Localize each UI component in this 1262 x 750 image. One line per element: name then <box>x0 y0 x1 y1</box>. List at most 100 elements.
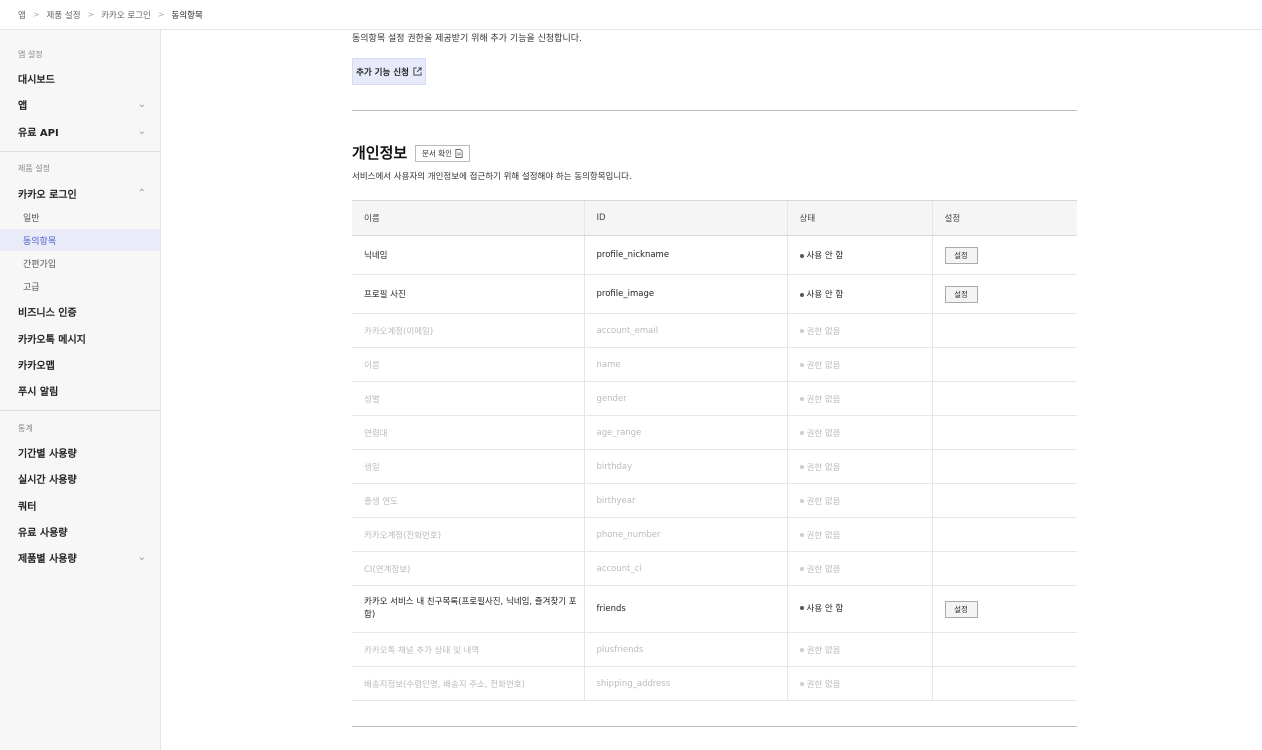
sidebar-subitem-general[interactable]: 일반 <box>0 206 160 228</box>
table-row: 프로필 사진 profile_image 사용 안 함 설정 <box>352 274 1077 314</box>
intro-text: 동의항목 설정 권한을 제공받기 위해 추가 기능을 신청합니다. <box>352 34 582 44</box>
consent-setting-cell <box>931 666 1077 701</box>
sidebar-item-paid-usage[interactable]: 유료 사용량 <box>0 520 160 542</box>
sidebar-item-period-usage[interactable]: 기간별 사용량 <box>0 441 160 463</box>
consent-id: profile_image <box>583 274 787 314</box>
table-row: CI(연계정보) account_ci 권한 없음 <box>352 551 1077 586</box>
consent-name: 프로필 사진 <box>352 274 584 314</box>
sidebar-section-app-settings: 앱 설정 <box>18 50 43 59</box>
table-row: 닉네임 profile_nickname 사용 안 함 설정 <box>352 235 1077 275</box>
status-dot-icon <box>799 499 804 503</box>
consent-id: birthyear <box>583 483 787 518</box>
consent-status: 권한 없음 <box>786 666 932 701</box>
sidebar-item-label: 제품별 사용량 <box>18 553 77 565</box>
breadcrumb-kakao-login[interactable]: 카카오 로그인 <box>101 9 151 21</box>
table-row: 카카오톡 채널 추가 상태 및 내역 plusfriends 권한 없음 <box>352 632 1077 667</box>
consent-status: 권한 없음 <box>786 381 932 416</box>
consent-name: 연령대 <box>352 415 584 450</box>
sidebar-item-label: 동의항목 <box>23 236 57 247</box>
consent-status-label: 사용 안 함 <box>806 251 844 261</box>
sidebar-item-kakaotalk-message[interactable]: 카카오톡 메시지 <box>0 327 160 349</box>
consent-setting-cell <box>931 347 1077 382</box>
consent-status-label: 권한 없음 <box>806 394 841 405</box>
consent-status: 권한 없음 <box>786 632 932 667</box>
status-dot-icon <box>799 533 804 537</box>
consent-status-label: 권한 없음 <box>806 530 841 541</box>
status-dot-icon <box>799 329 804 333</box>
consent-setting-cell <box>931 313 1077 348</box>
sidebar-item-label: 고급 <box>23 282 40 293</box>
sidebar-item-product-usage[interactable]: 제품별 사용량 ⌄ <box>0 546 160 568</box>
sidebar-item-kakao-map[interactable]: 카카오맵 <box>0 353 160 375</box>
consent-status: 권한 없음 <box>786 313 932 348</box>
consent-status-label: 권한 없음 <box>806 645 841 656</box>
apply-feature-label: 추가 기능 신청 <box>356 67 409 78</box>
consent-status: 권한 없음 <box>786 449 932 484</box>
consent-name: 카카오톡 채널 추가 상태 및 내역 <box>352 632 584 667</box>
breadcrumb-product-settings[interactable]: 제품 설정 <box>47 9 81 21</box>
apply-feature-button[interactable]: 추가 기능 신청 <box>352 58 426 85</box>
sidebar-item-app[interactable]: 앱 ⌄ <box>0 93 160 115</box>
column-header-status: 상태 <box>786 200 932 236</box>
consent-name: 카카오계정(전화번호) <box>352 517 584 552</box>
consent-name: 닉네임 <box>352 235 584 275</box>
setting-button[interactable]: 설정 <box>944 600 978 618</box>
consent-id: phone_number <box>583 517 787 552</box>
sidebar-subitem-consent[interactable]: 동의항목 <box>0 229 160 251</box>
section-description: 서비스에서 사용자의 개인정보에 접근하기 위해 설정해야 하는 동의항목입니다… <box>352 172 632 182</box>
sidebar-item-paid-api[interactable]: 유료 API ⌄ <box>0 120 160 142</box>
consent-id: gender <box>583 381 787 416</box>
consent-id: shipping_address <box>583 666 787 701</box>
sidebar-item-kakao-login[interactable]: 카카오 로그인 ⌃ <box>0 182 160 204</box>
sidebar-item-dashboard[interactable]: 대시보드 <box>0 67 160 89</box>
sidebar-item-label: 기간별 사용량 <box>18 448 77 460</box>
sidebar-subitem-advanced[interactable]: 고급 <box>0 275 160 297</box>
chevron-down-icon: ⌄ <box>137 125 146 137</box>
consent-id: account_email <box>583 313 787 348</box>
consent-id: name <box>583 347 787 382</box>
consent-id: account_ci <box>583 551 787 586</box>
consent-id: age_range <box>583 415 787 450</box>
status-dot-icon <box>799 397 804 401</box>
chevron-right-icon: > <box>157 10 165 19</box>
consent-setting-cell <box>931 381 1077 416</box>
consent-status-label: 권한 없음 <box>806 360 841 371</box>
section-title: 개인정보 <box>352 144 408 162</box>
sidebar-section-stats: 통계 <box>18 424 33 433</box>
consent-status-label: 권한 없음 <box>806 462 841 473</box>
sidebar-item-label: 실시간 사용량 <box>18 474 77 486</box>
table-row: 카카오계정(전화번호) phone_number 권한 없음 <box>352 517 1077 552</box>
view-doc-label: 문서 확인 <box>422 149 452 158</box>
consent-id: birthday <box>583 449 787 484</box>
consent-setting-cell: 설정 <box>931 585 1077 633</box>
sidebar-item-label: 앱 <box>18 100 28 112</box>
sidebar-item-realtime-usage[interactable]: 실시간 사용량 <box>0 467 160 489</box>
sidebar-divider <box>0 151 160 152</box>
sidebar-section-product-settings: 제품 설정 <box>18 164 50 173</box>
sidebar-subitem-simple-signup[interactable]: 간편가입 <box>0 252 160 274</box>
consent-setting-cell <box>931 517 1077 552</box>
consent-name: 출생 연도 <box>352 483 584 518</box>
consent-status-label: 권한 없음 <box>806 564 841 575</box>
sidebar: 앱 설정 대시보드 앱 ⌄ 유료 API ⌄ 제품 설정 카카오 로그인 ⌃ 일반 동… <box>0 30 161 750</box>
status-dot-icon <box>799 682 804 686</box>
sidebar-item-quota[interactable]: 쿼터 <box>0 494 160 516</box>
setting-button[interactable]: 설정 <box>944 285 978 303</box>
consent-table: 이름 ID 상태 설정 닉네임 profile_nickname 사용 안 함 설정 프… <box>352 200 1077 701</box>
sidebar-item-push[interactable]: 푸시 알림 <box>0 379 160 401</box>
view-doc-button[interactable]: 문서 확인 <box>415 145 470 162</box>
consent-name: 카카오계정(이메일) <box>352 313 584 348</box>
consent-name: 생일 <box>352 449 584 484</box>
sidebar-item-biz-auth[interactable]: 비즈니스 인증 <box>0 300 160 322</box>
setting-button[interactable]: 설정 <box>944 246 978 264</box>
breadcrumb-app[interactable]: 앱 <box>18 9 26 21</box>
sidebar-item-label: 푸시 알림 <box>18 386 59 398</box>
status-dot-icon <box>799 465 804 469</box>
chevron-right-icon: > <box>32 10 40 19</box>
sidebar-item-label: 카카오 로그인 <box>18 189 77 201</box>
breadcrumb: 앱 > 제품 설정 > 카카오 로그인 > 동의항목 <box>0 0 1262 30</box>
consent-setting-cell: 설정 <box>931 235 1077 275</box>
column-header-setting: 설정 <box>931 200 1077 236</box>
status-dot-icon <box>799 363 804 367</box>
external-link-icon <box>413 67 422 76</box>
